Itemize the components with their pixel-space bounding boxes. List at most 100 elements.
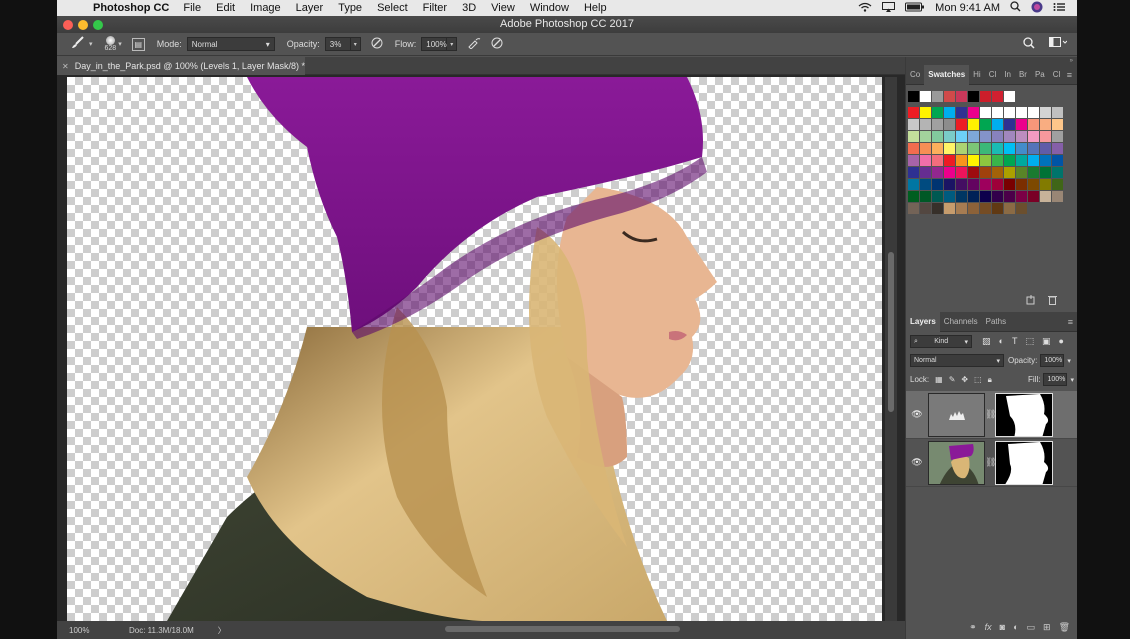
layers-panel-menu-icon[interactable]: ≡ (1068, 317, 1073, 327)
color-swatch[interactable] (932, 143, 943, 154)
color-swatch[interactable] (1004, 203, 1015, 214)
brush-picker-dropdown-icon[interactable]: ▾ (118, 40, 122, 48)
color-swatch[interactable] (920, 179, 931, 190)
color-swatch[interactable] (920, 131, 931, 142)
document-tab[interactable]: ✕ Day_in_the_Park.psd @ 100% (Levels 1, … (57, 57, 305, 75)
color-swatch[interactable] (920, 155, 931, 166)
menu-image[interactable]: Image (250, 2, 281, 14)
color-swatch[interactable] (908, 203, 919, 214)
menu-window[interactable]: Window (530, 2, 569, 14)
clock[interactable]: Mon 9:41 AM (935, 2, 1000, 14)
color-swatch[interactable] (968, 179, 979, 190)
color-swatch[interactable] (1028, 131, 1039, 142)
color-swatch[interactable] (980, 107, 991, 118)
brush-preset-picker[interactable]: 628 (105, 35, 116, 53)
vertical-scroll-thumb[interactable] (888, 252, 894, 412)
tab-info[interactable]: In (1000, 65, 1015, 85)
color-swatch[interactable] (992, 119, 1003, 130)
color-swatch[interactable] (908, 167, 919, 178)
menu-help[interactable]: Help (584, 2, 607, 14)
color-swatch[interactable] (920, 119, 931, 130)
color-swatch[interactable] (932, 155, 943, 166)
menu-file[interactable]: File (183, 2, 201, 14)
color-swatch[interactable] (1004, 143, 1015, 154)
brush-tool-icon[interactable] (71, 36, 87, 52)
color-swatch[interactable] (956, 119, 967, 130)
eye-icon[interactable]: 👁︎ (906, 409, 928, 420)
layer-levels-adjustment[interactable]: 👁︎ ⛓︎ (906, 391, 1077, 439)
siri-icon[interactable] (1031, 1, 1043, 16)
notification-center-icon[interactable] (1053, 2, 1065, 15)
pressure-opacity-icon[interactable] (371, 37, 383, 52)
opacity-input[interactable]: 3% (324, 37, 351, 51)
color-swatch[interactable] (944, 167, 955, 178)
delete-layer-icon[interactable]: 🗑︎ (1059, 622, 1070, 633)
vertical-scrollbar[interactable] (885, 77, 897, 621)
tab-brush[interactable]: Br (1015, 65, 1031, 85)
color-swatch[interactable] (920, 167, 931, 178)
smart-object-filter-icon[interactable]: ▣ (1042, 336, 1051, 347)
tab-histogram[interactable]: Hi (969, 65, 985, 85)
color-swatch[interactable] (980, 131, 991, 142)
color-swatch[interactable] (992, 179, 1003, 190)
tab-swatches[interactable]: Swatches (924, 64, 970, 85)
recent-swatch[interactable] (908, 91, 919, 102)
horizontal-scroll-thumb[interactable] (445, 626, 680, 632)
color-swatch[interactable] (1016, 107, 1027, 118)
wifi-icon[interactable] (858, 2, 872, 15)
tab-character[interactable]: Cl (1049, 65, 1065, 85)
close-icon[interactable]: ✕ (62, 62, 69, 71)
color-swatch[interactable] (1040, 143, 1051, 154)
flow-input[interactable]: 100% (421, 37, 448, 51)
color-swatch[interactable] (908, 131, 919, 142)
recent-swatch[interactable] (992, 91, 1003, 102)
color-swatch[interactable] (1016, 203, 1027, 214)
link-icon[interactable]: ⛓︎ (985, 457, 996, 468)
color-swatch[interactable] (908, 107, 919, 118)
color-swatch[interactable] (1052, 143, 1063, 154)
color-swatch[interactable] (992, 155, 1003, 166)
image-canvas[interactable] (67, 77, 882, 621)
color-swatch[interactable] (980, 167, 991, 178)
levels-layer-mask-thumbnail[interactable] (995, 392, 1053, 437)
color-swatch[interactable] (1028, 119, 1039, 130)
color-swatch[interactable] (968, 143, 979, 154)
pressure-size-icon[interactable] (491, 37, 503, 52)
blend-mode-select[interactable]: Normal ▾ (910, 354, 1004, 367)
color-swatch[interactable] (1004, 191, 1015, 202)
recent-swatch[interactable] (956, 91, 967, 102)
shape-layer-filter-icon[interactable]: ⬚ (1025, 336, 1034, 347)
color-swatch[interactable] (980, 179, 991, 190)
tab-color[interactable]: Co (906, 65, 924, 85)
layer-opacity-input[interactable]: 100% (1040, 354, 1065, 367)
color-swatch[interactable] (1004, 107, 1015, 118)
color-swatch[interactable] (968, 203, 979, 214)
zoom-level[interactable]: 100% (69, 626, 119, 635)
color-swatch[interactable] (932, 203, 943, 214)
color-swatch[interactable] (944, 179, 955, 190)
recent-swatch[interactable] (944, 91, 955, 102)
menu-layer[interactable]: Layer (296, 2, 324, 14)
color-swatch[interactable] (956, 143, 967, 154)
color-swatch[interactable] (992, 131, 1003, 142)
menu-type[interactable]: Type (338, 2, 362, 14)
type-layer-filter-icon[interactable]: T (1012, 336, 1018, 347)
color-swatch[interactable] (908, 155, 919, 166)
battery-icon[interactable] (905, 2, 925, 15)
layer-style-icon[interactable]: fx (985, 622, 992, 633)
color-swatch[interactable] (956, 167, 967, 178)
recent-swatch[interactable] (1004, 91, 1015, 102)
color-swatch[interactable] (1004, 155, 1015, 166)
color-swatch[interactable] (968, 155, 979, 166)
color-swatch[interactable] (1016, 119, 1027, 130)
color-swatch[interactable] (1040, 191, 1051, 202)
airbrush-icon[interactable] (467, 37, 481, 52)
color-swatch[interactable] (968, 131, 979, 142)
color-swatch[interactable] (1028, 179, 1039, 190)
color-swatch[interactable] (1040, 179, 1051, 190)
color-swatch[interactable] (932, 119, 943, 130)
fill-input[interactable]: 100% (1043, 373, 1068, 386)
color-swatch[interactable] (944, 143, 955, 154)
flow-slider-toggle[interactable]: ▾ (447, 37, 458, 51)
menu-edit[interactable]: Edit (216, 2, 235, 14)
